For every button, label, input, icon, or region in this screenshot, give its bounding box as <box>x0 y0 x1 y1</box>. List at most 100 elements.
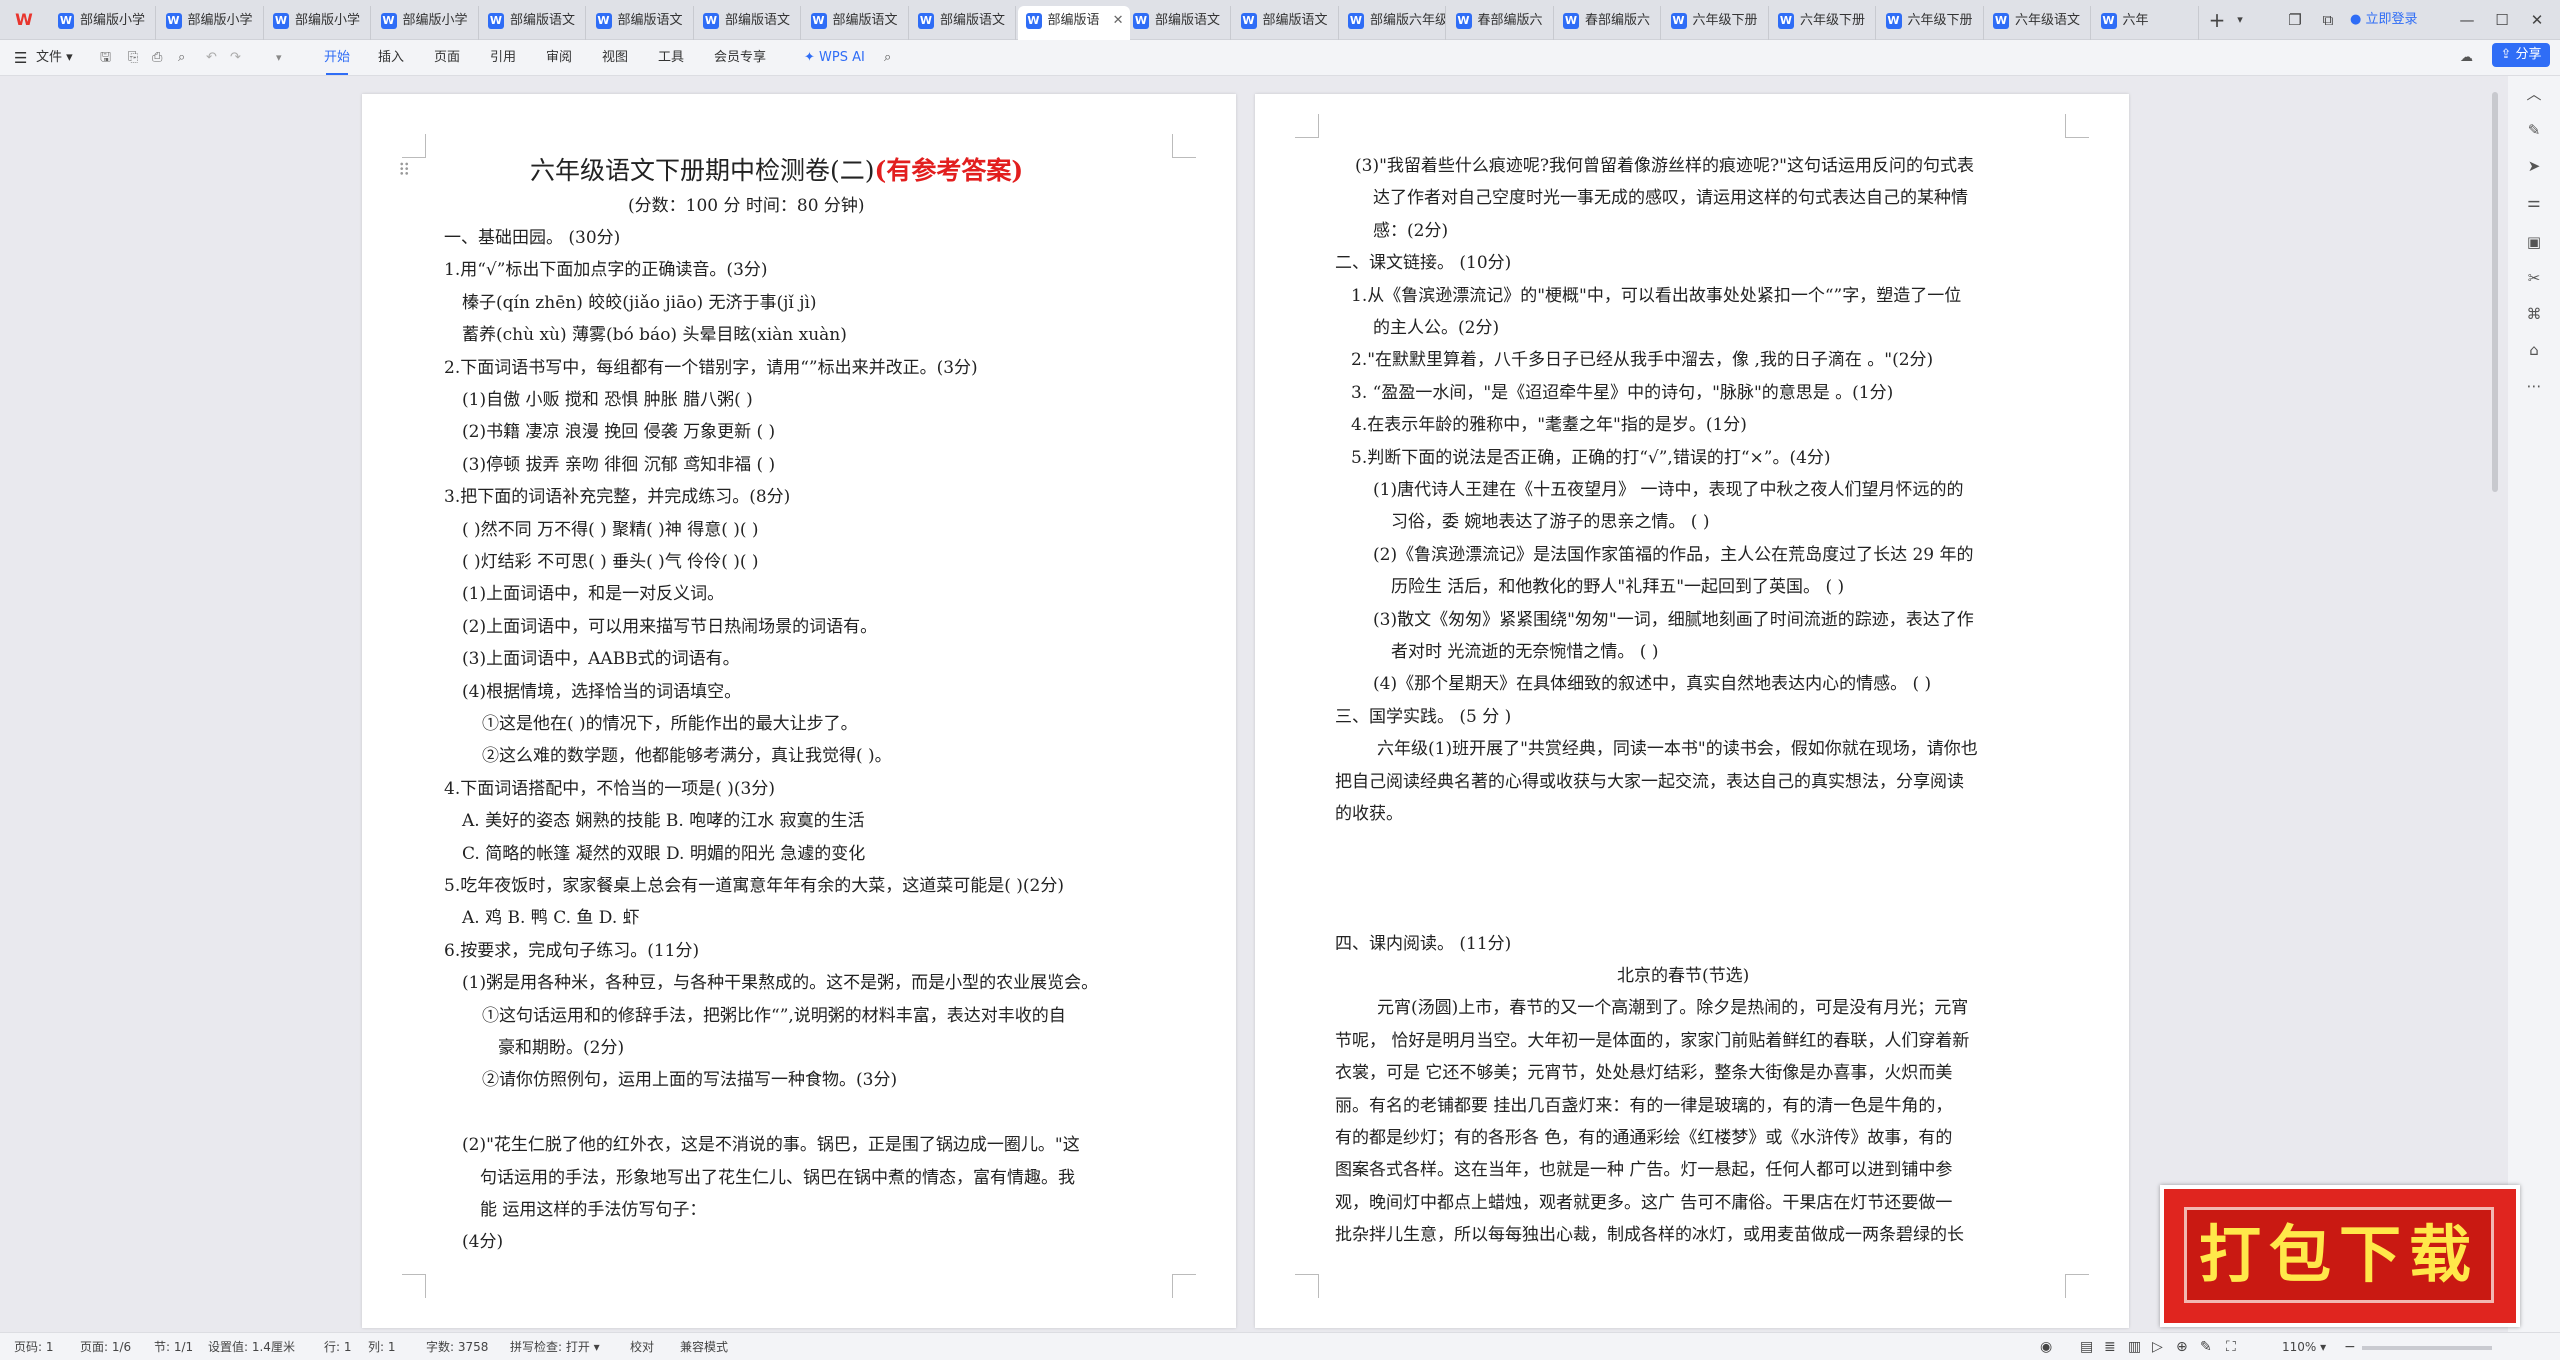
translate-icon[interactable]: ⌘ <box>2524 304 2544 324</box>
tab-document[interactable]: W 部编版语文 <box>588 6 694 40</box>
document-text-line: 的主人公。(2分) <box>1373 318 1500 338</box>
share-label: 分享 <box>2515 47 2542 62</box>
file-menu[interactable]: 文件 ▾ <box>36 46 73 70</box>
tab-document[interactable]: W 六年级下册 <box>1663 6 1769 40</box>
export-icon[interactable]: ⎘ <box>128 46 138 70</box>
zoom-out-icon[interactable]: − <box>2344 1339 2356 1355</box>
print-icon[interactable]: ⎙ <box>152 46 162 70</box>
tab-document[interactable]: W 六年级下册 <box>1878 6 1984 40</box>
tab-document[interactable]: W 部编版语文 <box>480 6 586 40</box>
tools-icon[interactable]: ✂ <box>2524 268 2544 288</box>
word-doc-icon: W <box>1670 13 1687 29</box>
tab-document[interactable]: W 部编版小学 <box>158 6 264 40</box>
ribbon-tab[interactable]: 页面 <box>434 46 460 70</box>
document-text-line: ( )然不同 万不得( ) 聚精( )神 得意( )( ) <box>462 519 759 540</box>
word-doc-icon: W <box>1240 13 1257 29</box>
tab-document[interactable]: W 部编版小学 <box>373 6 479 40</box>
vertical-scrollbar[interactable] <box>2492 92 2498 492</box>
cloud-sync-icon[interactable]: ☁ <box>2460 46 2473 70</box>
ribbon-tab[interactable]: 开始 <box>324 46 350 75</box>
save-icon[interactable]: 🖫 <box>100 46 111 70</box>
page-view-icon[interactable]: ▤ <box>2080 1339 2093 1355</box>
tab-bar: W W 部编版小学 W 部编版小学 W 部编版小学 W 部编版小学 W 部编版语文 W 部编版语文 W 部… <box>0 0 2560 40</box>
document-text-line: (1)唐代诗人王建在《十五夜望月》 一诗中，表现了中秋之夜人们望月怀远的的 <box>1373 480 1964 500</box>
play-icon[interactable]: ▷ <box>2152 1339 2163 1355</box>
status-word-count[interactable]: 字数: 3758 <box>426 1339 488 1355</box>
outline-view-icon[interactable]: ≣ <box>2104 1339 2116 1355</box>
document-text-line: 二、课文链接。 (10分) <box>1335 253 1512 274</box>
share-button[interactable]: ⇪ 分享 <box>2492 43 2550 67</box>
status-pages[interactable]: 页面: 1/6 <box>80 1339 131 1355</box>
fit-icon[interactable]: ⛶ <box>2226 1339 2236 1355</box>
proof-button[interactable]: 校对 <box>630 1339 654 1355</box>
split-view-icon[interactable]: ▥ <box>2128 1339 2141 1355</box>
web-view-icon[interactable]: ⊕ <box>2176 1339 2188 1355</box>
drag-handle-icon[interactable]: ⠿ <box>398 160 410 182</box>
tab-document[interactable]: W 春部编版六 <box>1448 6 1554 40</box>
new-tab-icon[interactable]: + <box>2205 8 2229 32</box>
title-answer-tag: (有参考答案) <box>874 156 1024 185</box>
tab-document[interactable]: W 部编版语文 <box>910 6 1016 40</box>
word-doc-icon: W <box>1455 13 1472 29</box>
ribbon-tab[interactable]: 插入 <box>378 46 404 70</box>
wps-ai-button[interactable]: ✦ WPS AI <box>804 46 865 70</box>
document-text-line: (3)"我留着些什么痕迹呢?我何曾留着像游丝样的痕迹呢?"这句话运用反问的句式表 <box>1355 156 1974 176</box>
tab-document[interactable]: W 部编版小学 <box>265 6 371 40</box>
ribbon-toolbar: ☰ 文件 ▾ 🖫 ⎘ ⎙ ⌕ ↶ ↷ ▾ 开始 插入 页面 引用 审阅 视图 工具 会员专享 … <box>0 40 2560 76</box>
login-button[interactable]: ● 立即登录 <box>2350 8 2446 32</box>
window-layout-icon[interactable]: ❐ <box>2283 8 2307 32</box>
adjust-icon[interactable]: ⚌ <box>2524 192 2544 212</box>
tab-document[interactable]: W 部编版语文 <box>803 6 909 40</box>
tab-document[interactable]: W 部编版六年级 <box>1340 6 1446 40</box>
undo-icon[interactable]: ↶ <box>206 46 217 70</box>
maximize-icon[interactable]: ☐ <box>2490 8 2514 32</box>
download-badge[interactable]: 打包下载 <box>2160 1185 2520 1327</box>
menu-icon[interactable]: ☰ <box>14 46 27 70</box>
word-doc-icon: W <box>918 13 934 29</box>
wps-logo-icon[interactable]: W <box>12 10 36 30</box>
tab-document[interactable]: W 春部编版六 <box>1555 6 1661 40</box>
preview-icon[interactable]: ⌕ <box>178 46 185 70</box>
image-icon[interactable]: ▣ <box>2524 232 2544 252</box>
document-text-line: 节呢， 恰好是明月当空。大年初一是体面的，家家门前贴着鲜红的春联，人们穿着新 <box>1335 1030 1970 1051</box>
restore-icon[interactable]: ⧉ <box>2316 8 2340 32</box>
document-page-1[interactable]: ⠿ 六年级语文下册期中检测卷(二)(有参考答案) (分数：100 分 时间：80… <box>362 94 1236 1328</box>
eye-protect-icon[interactable]: ◉ <box>2040 1339 2052 1355</box>
ribbon-tab[interactable]: 工具 <box>658 46 684 70</box>
tab-document[interactable]: W 六年级下册 <box>1770 6 1876 40</box>
redo-icon[interactable]: ↷ <box>230 46 241 70</box>
zoom-control[interactable]: 110% ▾ <box>2282 1339 2326 1355</box>
tab-document[interactable]: W 部编版小学 <box>50 6 156 40</box>
ribbon-tab[interactable]: 引用 <box>490 46 516 70</box>
template-icon[interactable]: ⌂ <box>2524 340 2544 360</box>
tab-document[interactable]: W 部编版语文 <box>1125 6 1231 40</box>
spell-check-toggle[interactable]: 拼写检查: 打开 ▾ <box>510 1339 600 1355</box>
document-text-line: (4)《那个星期天》在具体细致的叙述中，真实自然地表达内心的情感。 ( ) <box>1373 674 1932 695</box>
document-text-line: 感：(2分) <box>1373 220 1449 241</box>
write-icon[interactable]: ✎ <box>2200 1339 2212 1355</box>
collapse-icon[interactable]: ︿ <box>2524 84 2544 104</box>
tab-document[interactable]: W 部编版语 ✕ <box>1017 6 1130 40</box>
ribbon-tab[interactable]: 视图 <box>602 46 628 70</box>
tab-document[interactable]: W 六年 <box>2093 6 2199 40</box>
tab-document[interactable]: W 六年级语文 <box>1985 6 2091 40</box>
tab-document[interactable]: W 部编版语文 <box>695 6 801 40</box>
close-tab-icon[interactable]: ✕ <box>1113 6 1124 36</box>
ribbon-tab[interactable]: 审阅 <box>546 46 572 70</box>
pen-icon[interactable]: ✎ <box>2524 120 2544 140</box>
zoom-slider[interactable] <box>2362 1346 2492 1350</box>
search-icon[interactable]: ⌕ <box>884 46 891 70</box>
ribbon-tab[interactable]: 会员专享 <box>714 46 766 70</box>
minimize-icon[interactable]: — <box>2455 8 2479 32</box>
document-text-line: 把自己阅读经典名著的心得或收获与大家一起交流，表达自己的真实想法，分享阅读 <box>1335 771 1964 792</box>
document-page-2[interactable]: (3)"我留着些什么痕迹呢?我何曾留着像游丝样的痕迹呢?"这句话运用反问的句式表… <box>1255 94 2129 1328</box>
tab-document[interactable]: W 部编版语文 <box>1233 6 1339 40</box>
more-chevron-icon[interactable]: ▾ <box>276 46 282 70</box>
chevron-down-icon[interactable]: ▾ <box>2230 8 2250 32</box>
word-doc-icon: W <box>165 13 182 29</box>
login-label: 立即登录 <box>2365 12 2418 27</box>
more-icon[interactable]: ⋯ <box>2524 376 2544 396</box>
close-window-icon[interactable]: ✕ <box>2525 8 2549 32</box>
document-text-line: ②请你仿照例句，运用上面的写法描写一种食物。(3分) <box>482 1070 898 1091</box>
select-icon[interactable]: ➤ <box>2524 156 2544 176</box>
